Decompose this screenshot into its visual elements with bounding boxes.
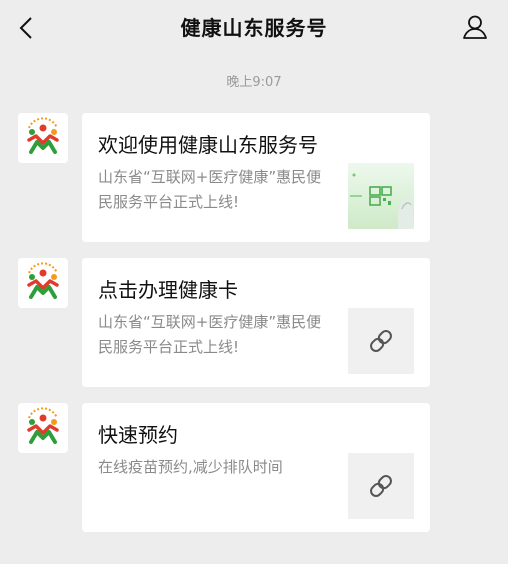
message-timestamp: 晚上9:07	[226, 75, 282, 90]
healthy-shandong-logo-icon	[27, 117, 59, 154]
account-avatar[interactable]	[18, 113, 68, 163]
message-title: 点击办理健康卡	[98, 278, 238, 302]
person-icon	[463, 15, 487, 39]
page-title: 健康山东服务号	[180, 16, 328, 40]
message-card[interactable]: 点击办理健康卡 山东省“互联网+医疗健康”惠民便民服务平台正式上线!	[82, 258, 430, 387]
promo-image	[350, 173, 414, 229]
message-description: 山东省“互联网+医疗健康”惠民便民服务平台正式上线!	[98, 313, 322, 356]
message-thumbnail	[348, 453, 414, 519]
message-description: 在线疫苗预约,减少排队时间	[98, 458, 283, 476]
profile-button[interactable]	[460, 12, 490, 42]
account-avatar[interactable]	[18, 258, 68, 308]
message-card[interactable]: 快速预约 在线疫苗预约,减少排队时间	[82, 403, 430, 532]
message-description: 山东省“互联网+医疗健康”惠民便民服务平台正式上线!	[98, 168, 322, 211]
healthy-shandong-logo-icon	[27, 407, 59, 444]
account-avatar[interactable]	[18, 403, 68, 453]
link-icon	[370, 330, 392, 352]
message-card[interactable]: 欢迎使用健康山东服务号 山东省“互联网+医疗健康”惠民便民服务平台正式上线!	[82, 113, 430, 242]
message-thumbnail	[348, 308, 414, 374]
healthy-shandong-logo-icon	[27, 262, 59, 299]
link-icon	[370, 475, 392, 497]
message-title: 快速预约	[98, 423, 178, 447]
message-thumbnail	[348, 163, 414, 229]
top-bar: 健康山东服务号	[0, 0, 508, 56]
message-title: 欢迎使用健康山东服务号	[98, 133, 318, 157]
